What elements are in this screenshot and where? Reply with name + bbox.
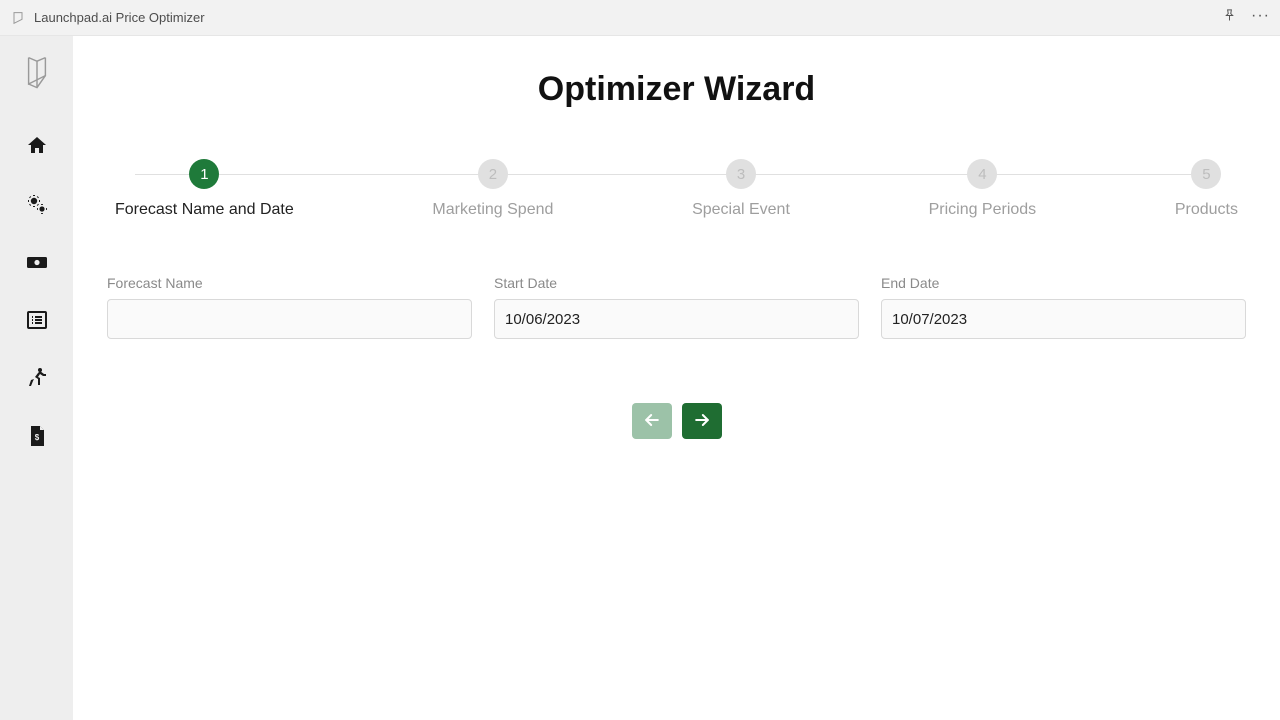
more-icon[interactable]: ··· — [1251, 8, 1270, 24]
step-dot-1: 1 — [189, 159, 219, 189]
titlebar: Launchpad.ai Price Optimizer ··· — [0, 0, 1280, 36]
back-button[interactable] — [632, 403, 672, 439]
titlebar-right: ··· — [1222, 8, 1270, 28]
step-1[interactable]: 1 Forecast Name and Date — [115, 159, 294, 219]
start-date-label: Start Date — [494, 275, 859, 291]
arrow-left-icon — [642, 410, 662, 433]
step-3[interactable]: 3 Special Event — [692, 159, 790, 219]
step-label-1: Forecast Name and Date — [115, 201, 294, 219]
invoice-icon[interactable]: $ — [25, 424, 49, 448]
stepper: 1 Forecast Name and Date 2 Marketing Spe… — [107, 159, 1246, 219]
home-icon[interactable] — [25, 134, 49, 158]
end-date-label: End Date — [881, 275, 1246, 291]
step-label-4: Pricing Periods — [929, 201, 1037, 219]
logo-icon — [22, 54, 52, 90]
main: Optimizer Wizard 1 Forecast Name and Dat… — [73, 36, 1280, 720]
list-icon[interactable] — [25, 308, 49, 332]
step-2[interactable]: 2 Marketing Spend — [432, 159, 553, 219]
field-end-date: End Date — [881, 275, 1246, 339]
wizard-nav — [107, 403, 1246, 439]
arrow-right-icon — [692, 410, 712, 433]
app-icon — [10, 10, 26, 26]
app-body: $ Optimizer Wizard 1 Forecast Name and D… — [0, 36, 1280, 720]
end-date-input[interactable] — [881, 299, 1246, 339]
field-start-date: Start Date — [494, 275, 859, 339]
window-title: Launchpad.ai Price Optimizer — [34, 10, 205, 25]
step-dot-2: 2 — [478, 159, 508, 189]
step-5[interactable]: 5 Products — [1175, 159, 1238, 219]
money-icon[interactable] — [25, 250, 49, 274]
step-4[interactable]: 4 Pricing Periods — [929, 159, 1037, 219]
start-date-input[interactable] — [494, 299, 859, 339]
step-label-3: Special Event — [692, 201, 790, 219]
run-icon[interactable] — [25, 366, 49, 390]
form-row: Forecast Name Start Date End Date — [107, 275, 1246, 339]
field-forecast-name: Forecast Name — [107, 275, 472, 339]
step-dot-4: 4 — [967, 159, 997, 189]
step-dot-3: 3 — [726, 159, 756, 189]
next-button[interactable] — [682, 403, 722, 439]
sidebar: $ — [0, 36, 73, 720]
svg-text:$: $ — [34, 433, 39, 442]
forecast-name-label: Forecast Name — [107, 275, 472, 291]
step-label-5: Products — [1175, 201, 1238, 219]
stepper-line — [135, 174, 1218, 175]
pin-icon[interactable] — [1222, 8, 1237, 28]
titlebar-left: Launchpad.ai Price Optimizer — [10, 10, 205, 26]
page-title: Optimizer Wizard — [107, 70, 1246, 109]
step-label-2: Marketing Spend — [432, 201, 553, 219]
settings-icon[interactable] — [25, 192, 49, 216]
forecast-name-input[interactable] — [107, 299, 472, 339]
step-dot-5: 5 — [1191, 159, 1221, 189]
